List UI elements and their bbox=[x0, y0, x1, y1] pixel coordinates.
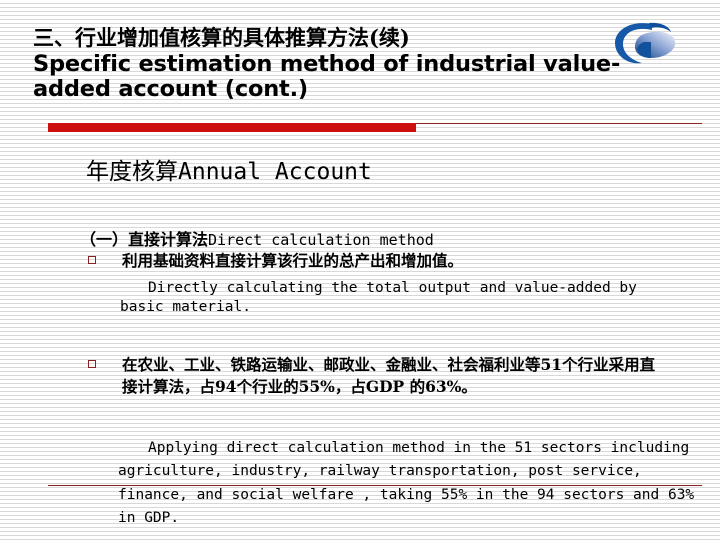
page-title-chinese: 三、行业增加值核算的具体推算方法(续) bbox=[33, 25, 410, 50]
title-block: 三、行业增加值核算的具体推算方法(续) Specific estimation … bbox=[33, 25, 633, 103]
divider-thick-bar bbox=[48, 123, 416, 132]
closing-paragraph-english: Applying direct calculation method in th… bbox=[118, 440, 695, 527]
sub-heading-english: Direct calculation method bbox=[208, 231, 434, 249]
hollow-square-bullet-icon bbox=[88, 256, 96, 264]
title-divider bbox=[0, 120, 720, 132]
list-item: 在农业、工业、铁路运输业、邮政业、金融业、社会福利业等51个行业采用直接计算法，… bbox=[88, 354, 668, 398]
section-heading-chinese: 年度核算 bbox=[86, 159, 178, 185]
section-heading: 年度核算Annual Account bbox=[86, 152, 372, 186]
sub-heading-chinese: （一）直接计算法 bbox=[80, 230, 209, 249]
section-heading-english: Annual Account bbox=[178, 159, 372, 185]
slide-canvas: 三、行业增加值核算的具体推算方法(续) Specific estimation … bbox=[0, 0, 720, 540]
sub-heading: （一）直接计算法Direct calculation method bbox=[80, 226, 434, 250]
hollow-square-bullet-icon bbox=[88, 360, 96, 368]
slide-body: 年度核算Annual Account （一）直接计算法Direct calcul… bbox=[0, 132, 720, 540]
swoosh-ellipse-logo bbox=[611, 20, 679, 66]
list-item-text: 利用基础资料直接计算该行业的总产出和增加值。 bbox=[122, 251, 464, 270]
list-item: 利用基础资料直接计算该行业的总产出和增加值。 bbox=[88, 250, 668, 272]
list-item-english-text: Directly calculating the total output an… bbox=[120, 280, 637, 316]
page-title-english: Specific estimation method of industrial… bbox=[33, 51, 621, 103]
lower-divider-rule bbox=[48, 485, 702, 486]
list-item-text: 在农业、工业、铁路运输业、邮政业、金融业、社会福利业等51个行业采用直接计算法，… bbox=[122, 355, 656, 396]
